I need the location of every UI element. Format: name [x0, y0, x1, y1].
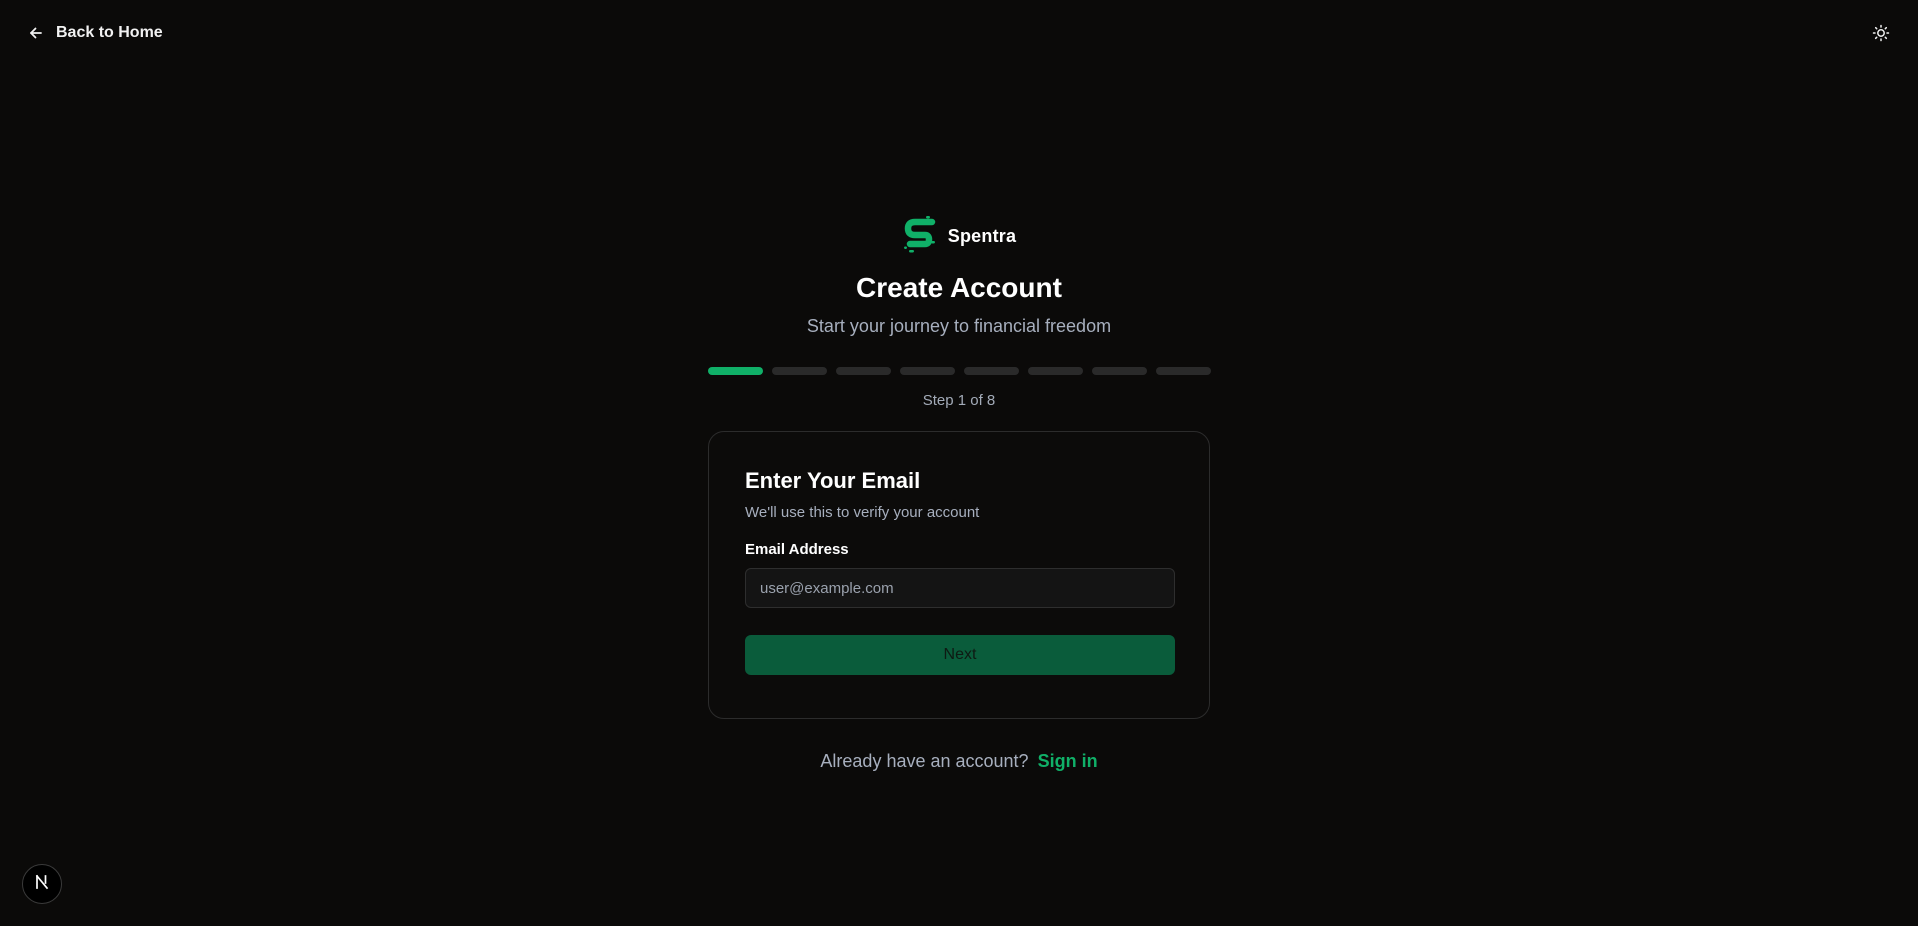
arrow-left-icon — [28, 25, 44, 41]
progress-segment-4 — [899, 367, 955, 375]
step-label: Step 1 of 8 — [922, 392, 996, 409]
progress-segment-1 — [707, 367, 763, 375]
progress-segment-6 — [1027, 367, 1083, 375]
sun-icon — [1872, 24, 1890, 47]
back-to-home-label: Back to Home — [56, 24, 163, 41]
signup-page: Back to Home Spentra Create Account Star… — [0, 0, 1918, 926]
spentra-logo-icon — [902, 215, 938, 258]
email-input[interactable] — [745, 568, 1175, 608]
card-description: We'll use this to verify your account — [745, 504, 980, 521]
progress-segment-3 — [835, 367, 891, 375]
nextjs-icon — [33, 873, 51, 896]
brand-name: Spentra — [947, 225, 1017, 246]
signin-link[interactable]: Sign in — [1038, 751, 1098, 771]
back-to-home-link[interactable]: Back to Home — [28, 24, 163, 42]
signup-content: Spentra Create Account Start your journe… — [0, 215, 1918, 772]
page-title: Create Account — [856, 272, 1062, 303]
theme-toggle-button[interactable] — [1870, 24, 1892, 46]
step-progress-bar — [707, 367, 1211, 375]
signin-prompt-text: Already have an account? — [820, 751, 1029, 771]
progress-segment-5 — [963, 367, 1019, 375]
email-card: Enter Your Email We'll use this to verif… — [708, 431, 1210, 719]
nextjs-dev-badge[interactable] — [22, 864, 62, 904]
page-subtitle: Start your journey to financial freedom — [806, 316, 1112, 336]
brand: Spentra — [902, 215, 1017, 258]
progress-segment-2 — [771, 367, 827, 375]
card-title: Enter Your Email — [745, 468, 921, 493]
next-button[interactable]: Next — [745, 635, 1175, 675]
signin-prompt: Already have an account? Sign in — [820, 751, 1097, 772]
progress-segment-7 — [1091, 367, 1147, 375]
email-label: Email Address — [745, 541, 849, 558]
progress-segment-8 — [1155, 367, 1211, 375]
